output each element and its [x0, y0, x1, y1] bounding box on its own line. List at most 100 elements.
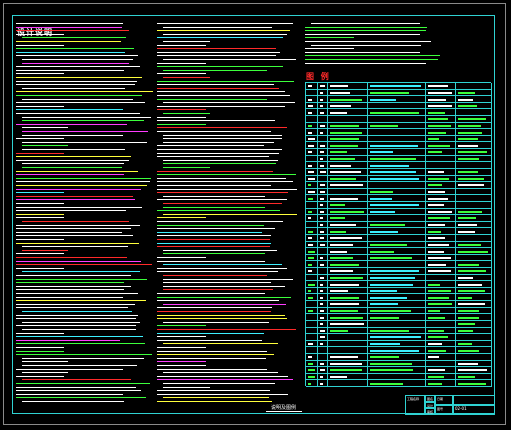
- legend-cell: [456, 241, 492, 249]
- legend-cell: [318, 102, 328, 110]
- legend-cell: [456, 195, 492, 202]
- legend-cell: [426, 261, 456, 269]
- notes-text-line: [16, 257, 127, 258]
- legend-cell: [318, 228, 328, 235]
- legend-cell: [318, 155, 328, 163]
- legend-cell-content: [308, 243, 313, 246]
- notes-text-line: [305, 51, 420, 53]
- notes-text-line: [163, 264, 282, 266]
- legend-cell-content: [458, 283, 482, 286]
- legend-cell-content: [308, 343, 313, 346]
- legend-cell-content: [428, 296, 449, 299]
- legend-cell: [306, 241, 318, 249]
- notes-text-line: [16, 213, 64, 215]
- legend-cell-content: [458, 250, 488, 253]
- notes-text-line: [22, 329, 136, 330]
- legend-cell-content: [330, 138, 359, 141]
- legend-cell-content: [428, 309, 440, 312]
- legend-cell: [328, 208, 368, 216]
- legend-cell: [328, 215, 368, 222]
- legend-cell: [426, 274, 456, 282]
- title-block-sheet-number: 02-01: [453, 405, 495, 415]
- notes-text-line: [157, 293, 265, 294]
- notes-text-line: [16, 217, 64, 219]
- legend-cell: [456, 307, 492, 315]
- legend-cell: [456, 135, 492, 143]
- legend-cell: [306, 307, 318, 315]
- notes-text-line: [157, 177, 286, 179]
- notes-text-line: [16, 77, 142, 78]
- legend-cell: [306, 102, 318, 110]
- legend-cell: [368, 373, 426, 381]
- notes-text-line: [163, 206, 265, 208]
- legend-cell-content: [330, 144, 358, 147]
- legend-cell-content: [308, 171, 314, 174]
- legend-cell-content: [320, 323, 323, 326]
- legend-cell: [318, 215, 328, 222]
- legend-cell-content: [330, 316, 363, 319]
- legend-cell-content: [370, 257, 412, 260]
- notes-text-line: [157, 37, 283, 39]
- legend-cell-content: [458, 369, 487, 372]
- notes-text-line: [157, 152, 279, 154]
- notes-text-line: [22, 116, 151, 118]
- legend-cell: [368, 334, 426, 341]
- legend-cell-content: [458, 243, 481, 246]
- legend-cell: [306, 301, 318, 308]
- notes-text-line: [163, 343, 278, 345]
- notes-text-line: [16, 203, 64, 204]
- legend-cell: [306, 208, 318, 216]
- legend-cell-content: [458, 316, 479, 319]
- legend-cell: [456, 287, 492, 295]
- legend-cell-content: [428, 329, 444, 332]
- legend-cell-content: [320, 98, 323, 101]
- legend-cell-content: [308, 369, 315, 372]
- legend-cell: [328, 122, 368, 130]
- legend-cell: [456, 221, 492, 229]
- notes-text-line: [157, 260, 265, 262]
- legend-cell: [456, 89, 492, 97]
- legend-cell: [306, 268, 318, 275]
- legend-cell-content: [370, 296, 407, 299]
- legend-cell-content: [458, 144, 478, 147]
- legend-cell-content: [370, 362, 412, 365]
- legend-cell: [318, 347, 328, 354]
- legend-cell-content: [370, 303, 398, 306]
- legend-cell: [306, 228, 318, 235]
- legend-cell-content: [428, 237, 445, 240]
- legend-cell: [456, 340, 492, 348]
- legend-cell: [426, 195, 456, 202]
- legend-cell: [306, 155, 318, 163]
- legend-cell: [368, 208, 426, 216]
- legend-cell: [456, 360, 492, 368]
- legend-cell: [318, 122, 328, 130]
- notes-text-line: [157, 87, 279, 89]
- notes-text-line: [16, 23, 123, 24]
- legend-cell: [306, 261, 318, 269]
- legend-cell: [426, 254, 456, 262]
- legend-cell: [328, 195, 368, 202]
- legend-cell: [306, 149, 318, 156]
- legend-cell: [318, 201, 328, 209]
- legend-cell: [368, 142, 426, 150]
- legend-cell-content: [428, 144, 450, 147]
- legend-cell-content: [330, 362, 362, 365]
- legend-cell-content: [320, 210, 324, 213]
- notes-text-line: [305, 33, 420, 35]
- notes-text-line: [305, 48, 354, 50]
- legend-cell: [426, 155, 456, 163]
- legend-cell: [426, 241, 456, 249]
- notes-text-line: [163, 303, 286, 305]
- legend-cell: [368, 347, 426, 354]
- notes-text-line: [163, 383, 275, 384]
- notes-text-line: [157, 62, 206, 64]
- legend-cell-content: [370, 243, 407, 246]
- legend-cell: [456, 327, 492, 335]
- notes-text-line: [157, 109, 206, 111]
- legend-cell: [456, 367, 492, 374]
- legend-cell-content: [428, 177, 449, 180]
- legend-cell: [456, 155, 492, 163]
- legend-cell: [318, 149, 328, 156]
- legend-cell-content: [370, 230, 398, 233]
- legend-cell: [306, 347, 318, 354]
